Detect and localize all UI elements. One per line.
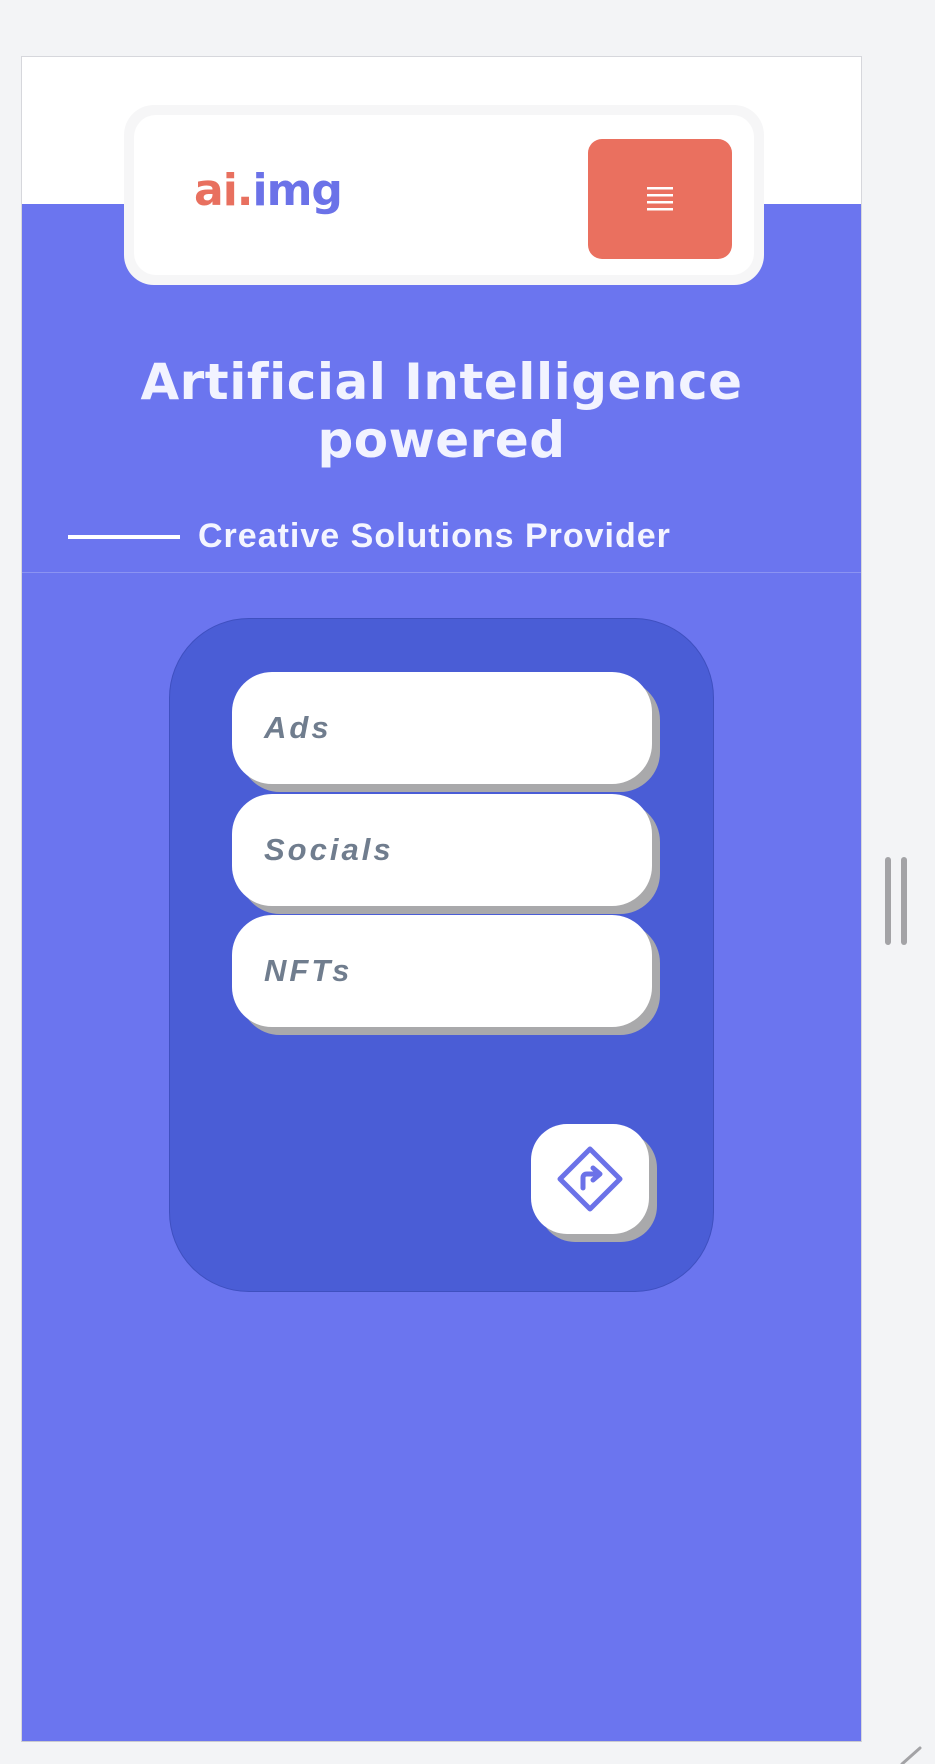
- header-bar: ai.img: [124, 105, 764, 285]
- option-nfts[interactable]: NFTs: [232, 915, 652, 1027]
- hamburger-menu-icon: [647, 187, 673, 211]
- subtitle-row: Creative Solutions Provider: [68, 517, 671, 556]
- option-label: Ads: [264, 710, 332, 745]
- option-ads[interactable]: Ads: [232, 672, 652, 784]
- hero-title: Artificial Intelligence powered: [140, 353, 743, 469]
- logo[interactable]: ai.img: [194, 165, 343, 216]
- option-socials[interactable]: Socials: [232, 794, 652, 906]
- header-inner: ai.img: [134, 115, 754, 275]
- directions-sign-icon: [557, 1146, 623, 1212]
- option-label: Socials: [264, 832, 394, 867]
- option-label: NFTs: [264, 953, 353, 988]
- resize-grip-icon[interactable]: [898, 1746, 928, 1764]
- logo-suffix: img: [252, 165, 343, 216]
- options-panel: Ads Socials NFTs: [169, 618, 714, 1292]
- app-viewport: ai.img Artificial Intelligence powered C…: [21, 56, 862, 1742]
- section-divider: [22, 572, 861, 573]
- handle-bar-left: [885, 857, 891, 945]
- subtitle-dash: [68, 534, 180, 539]
- hero-subtitle: Creative Solutions Provider: [198, 517, 671, 555]
- logo-prefix: ai.: [194, 165, 253, 216]
- go-button[interactable]: [531, 1124, 649, 1234]
- menu-button[interactable]: [588, 139, 732, 259]
- handle-bar-right: [901, 857, 907, 945]
- scroll-handle[interactable]: [885, 857, 907, 945]
